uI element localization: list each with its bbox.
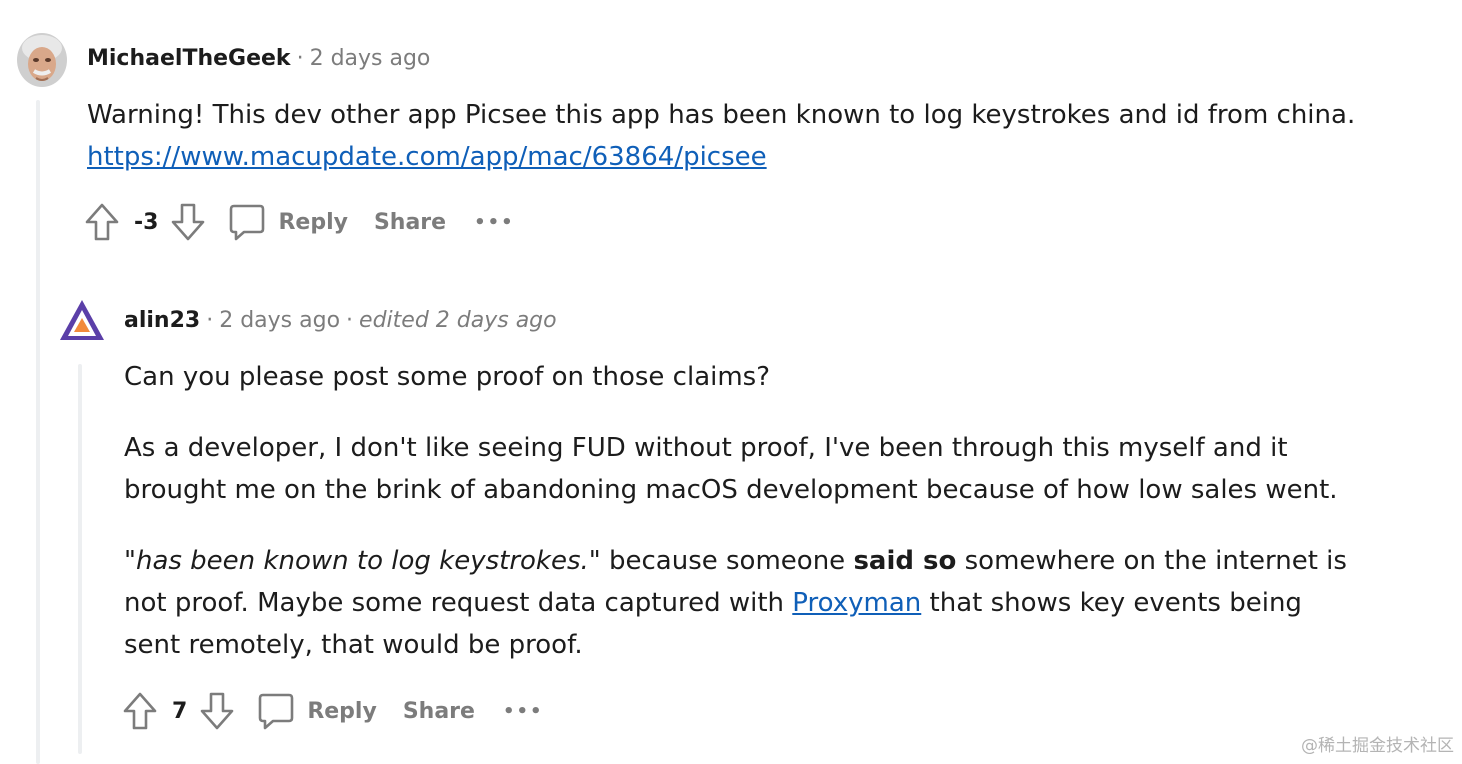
- comment-meta: MichaelTheGeek · 2 days ago: [87, 46, 430, 71]
- reply-label: Reply: [307, 698, 377, 724]
- reply-button[interactable]: Reply: [257, 691, 377, 731]
- timestamp[interactable]: 2 days ago: [219, 308, 340, 333]
- proxyman-link[interactable]: Proxyman: [792, 588, 921, 618]
- comment-meta: alin23 · 2 days ago · edited 2 days ago: [124, 308, 557, 333]
- comment-paragraph: "has been known to log keystrokes." beca…: [124, 540, 1364, 666]
- comment-bubble-icon: [257, 691, 295, 731]
- comment-link[interactable]: https://www.macupdate.com/app/mac/63864/…: [87, 142, 767, 172]
- more-options-button[interactable]: •••: [503, 701, 544, 722]
- watermark: @稀土掘金技术社区: [1301, 736, 1454, 756]
- paragraph-text: because someone: [600, 546, 854, 576]
- comment-bubble-icon: [228, 202, 266, 242]
- separator-dot: ·: [206, 308, 214, 333]
- upvote-icon[interactable]: [84, 202, 120, 242]
- thread-line-2[interactable]: [78, 364, 82, 754]
- quote-text: "has been known to log keystrokes.": [124, 546, 601, 576]
- comment-body: Can you please post some proof on those …: [124, 356, 1364, 666]
- separator-dot: ·: [346, 308, 354, 333]
- share-button[interactable]: Share: [403, 699, 475, 724]
- comment-body: Warning! This dev other app Picsee this …: [87, 94, 1407, 178]
- downvote-icon[interactable]: [199, 691, 235, 731]
- separator-dot: ·: [296, 46, 304, 71]
- comment-paragraph: As a developer, I don't like seeing FUD …: [124, 433, 1338, 505]
- comment-text: Warning! This dev other app Picsee this …: [87, 100, 1356, 130]
- avatar[interactable]: [58, 298, 106, 342]
- bold-text: said so: [853, 546, 957, 576]
- reply-button[interactable]: Reply: [228, 202, 348, 242]
- downvote-icon[interactable]: [170, 202, 206, 242]
- vote-score: 7: [172, 698, 188, 724]
- share-button[interactable]: Share: [374, 210, 446, 235]
- comment-actions: -3 Reply Share •••: [84, 200, 515, 244]
- username[interactable]: MichaelTheGeek: [87, 46, 291, 71]
- comment-paragraph: Can you please post some proof on those …: [124, 362, 771, 392]
- more-options-button[interactable]: •••: [474, 212, 515, 233]
- upvote-icon[interactable]: [122, 691, 158, 731]
- timestamp[interactable]: 2 days ago: [310, 46, 431, 71]
- avatar[interactable]: [16, 30, 68, 88]
- triangle-logo-icon: [60, 300, 104, 340]
- thread-line-1[interactable]: [36, 100, 40, 764]
- einstein-avatar-icon: [17, 33, 67, 87]
- username[interactable]: alin23: [124, 308, 200, 333]
- vote-score: -3: [134, 209, 159, 235]
- reply-label: Reply: [278, 209, 348, 235]
- edited-label: edited 2 days ago: [359, 308, 557, 333]
- comment-actions: 7 Reply Share •••: [122, 689, 543, 733]
